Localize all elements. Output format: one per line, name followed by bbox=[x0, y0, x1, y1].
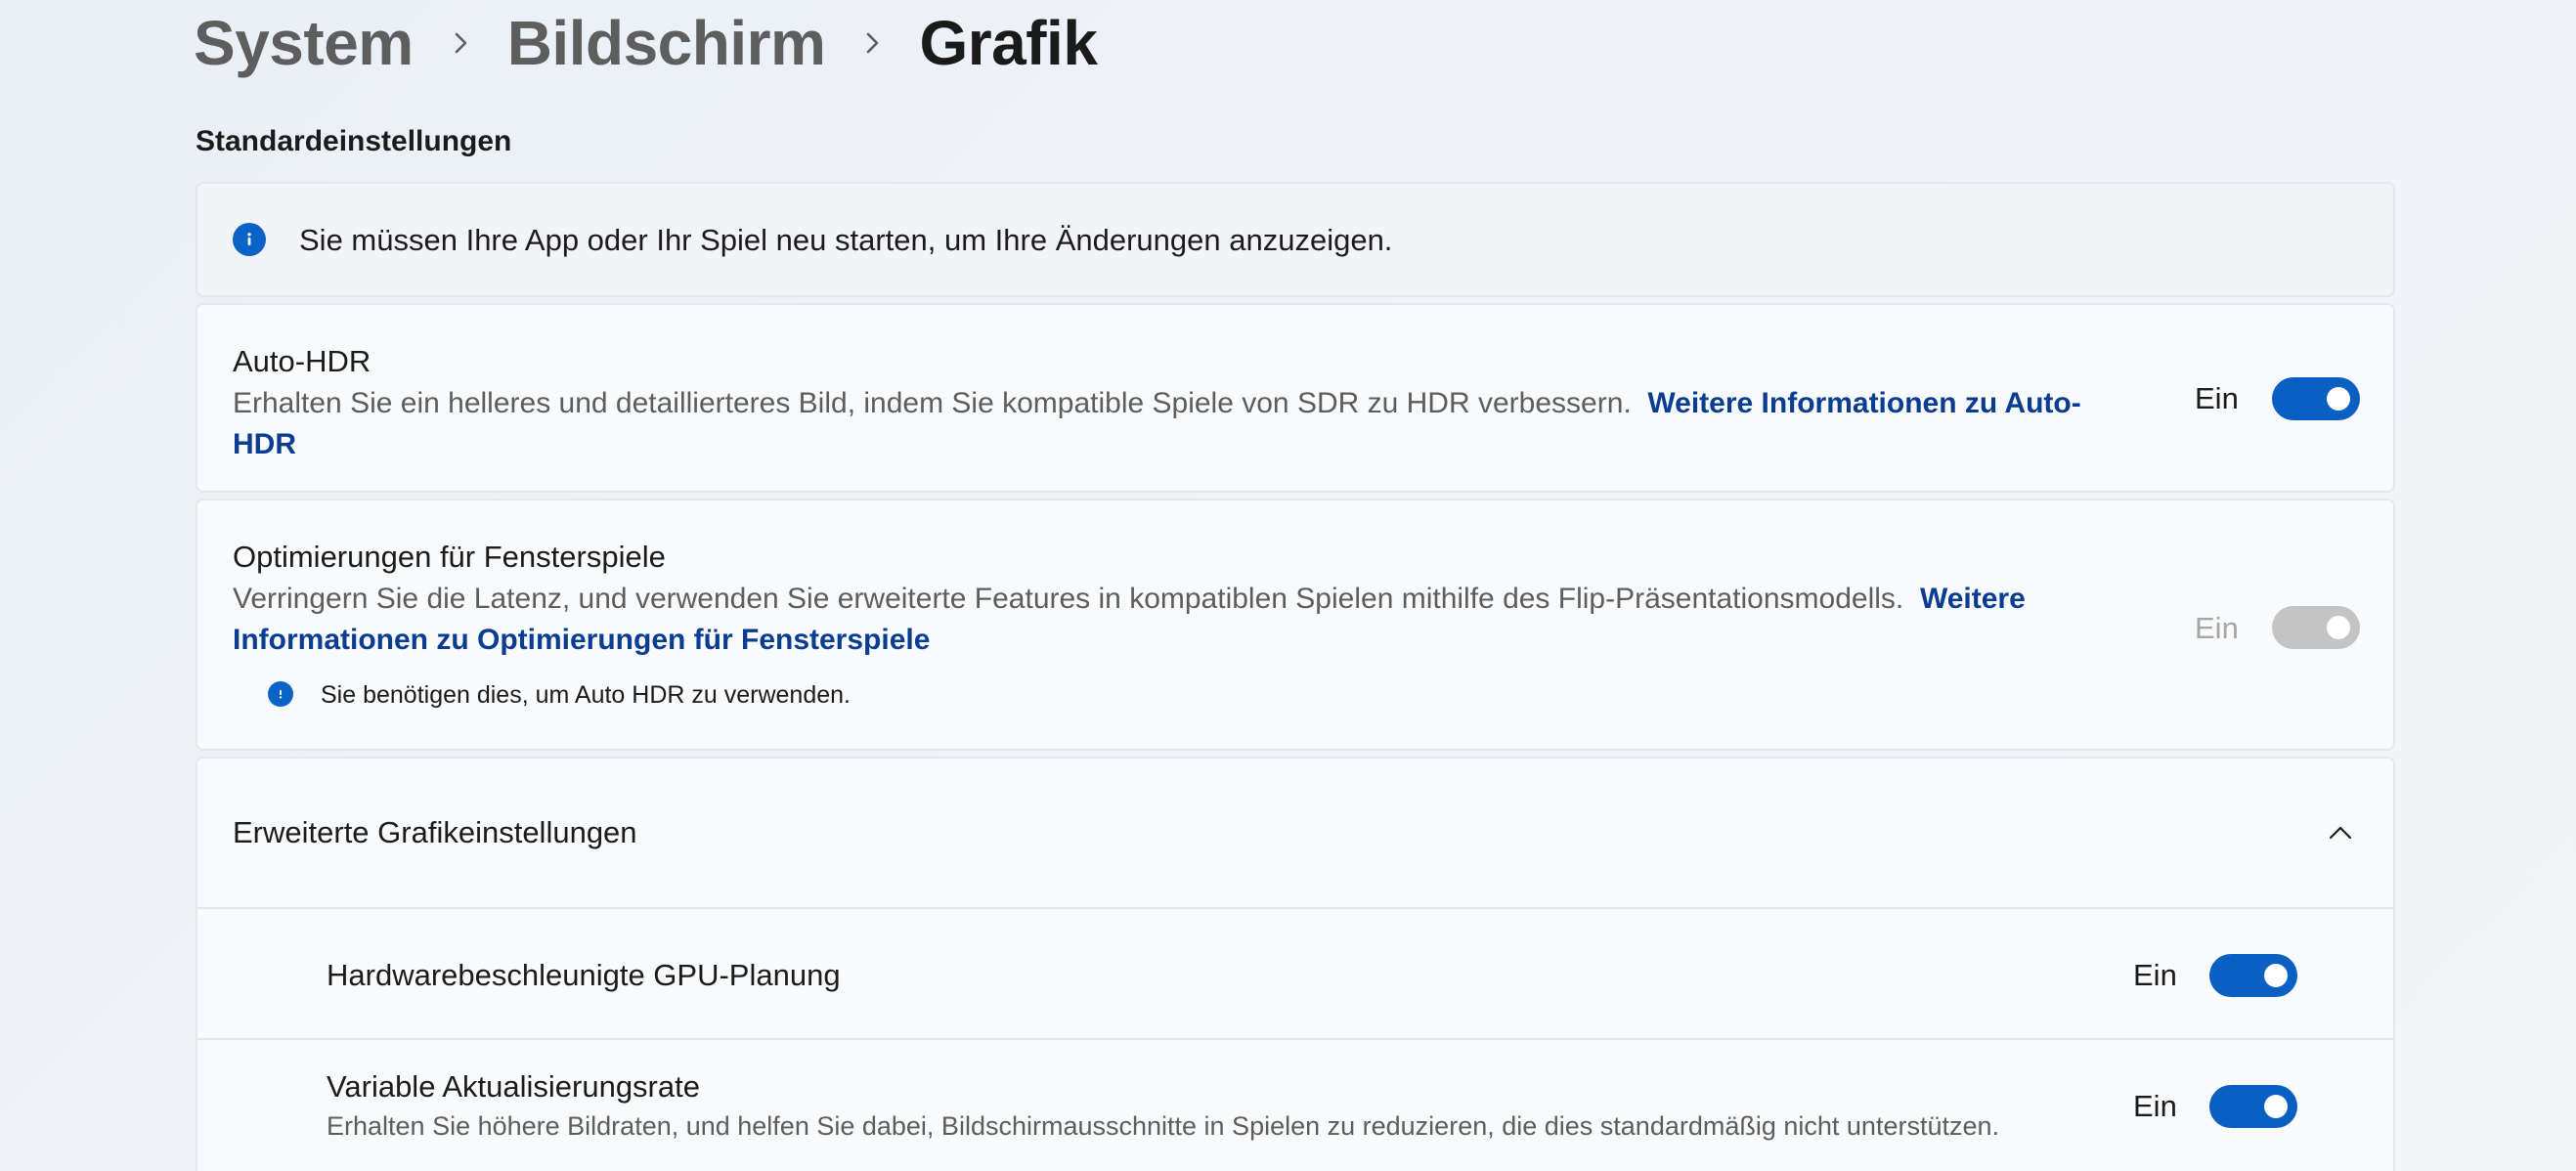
chevron-up-icon bbox=[2329, 826, 2352, 840]
breadcrumb: System Bildschirm Grafik bbox=[194, 2, 1098, 84]
windowed-games-description-text: Verringern Sie die Latenz, und verwenden… bbox=[233, 583, 1904, 615]
breadcrumb-grafik: Grafik bbox=[919, 8, 1098, 78]
divider bbox=[197, 907, 2393, 909]
windowed-games-description: Verringern Sie die Latenz, und verwenden… bbox=[233, 579, 2139, 661]
gpu-scheduling-title: Hardwarebeschleunigte GPU-Planung bbox=[327, 958, 841, 992]
auto-hdr-title: Auto-HDR bbox=[233, 344, 371, 378]
info-text: Sie müssen Ihre App oder Ihr Spiel neu s… bbox=[299, 223, 1393, 257]
gpu-scheduling-state-label: Ein bbox=[2133, 958, 2177, 992]
info-icon bbox=[268, 681, 293, 707]
toggle-knob bbox=[2264, 1095, 2288, 1118]
windowed-games-card: Optimierungen für Fensterspiele Verringe… bbox=[196, 499, 2395, 751]
divider bbox=[197, 1038, 2393, 1040]
windowed-games-note: Sie benötigen dies, um Auto HDR zu verwe… bbox=[321, 681, 851, 709]
gpu-scheduling-toggle[interactable] bbox=[2209, 954, 2297, 997]
advanced-graphics-header[interactable]: Erweiterte Grafikeinstellungen bbox=[197, 759, 2393, 907]
windowed-games-title: Optimierungen für Fensterspiele bbox=[233, 540, 666, 574]
advanced-graphics-expander: Erweiterte Grafikeinstellungen Hardwareb… bbox=[196, 757, 2395, 1171]
vrr-title: Variable Aktualisierungsrate bbox=[327, 1069, 700, 1104]
breadcrumb-bildschirm[interactable]: Bildschirm bbox=[507, 7, 826, 79]
vrr-description: Erhalten Sie höhere Bildraten, und helfe… bbox=[327, 1111, 2000, 1141]
restart-info-bar: Sie müssen Ihre App oder Ihr Spiel neu s… bbox=[196, 182, 2395, 297]
toggle-knob bbox=[2264, 964, 2288, 987]
advanced-graphics-title: Erweiterte Grafikeinstellungen bbox=[233, 815, 637, 849]
auto-hdr-description: Erhalten Sie ein helleres und detaillier… bbox=[233, 383, 2110, 465]
section-title: Standardeinstellungen bbox=[196, 125, 512, 157]
breadcrumb-system[interactable]: System bbox=[194, 7, 414, 79]
windowed-games-state-label: Ein bbox=[2195, 611, 2239, 645]
chevron-right-icon bbox=[825, 2, 919, 84]
auto-hdr-state-label: Ein bbox=[2195, 381, 2239, 415]
info-icon bbox=[233, 223, 266, 256]
vrr-state-label: Ein bbox=[2133, 1089, 2177, 1123]
toggle-knob bbox=[2327, 616, 2350, 639]
toggle-knob bbox=[2327, 387, 2350, 411]
auto-hdr-description-text: Erhalten Sie ein helleres und detaillier… bbox=[233, 387, 1632, 419]
vrr-toggle[interactable] bbox=[2209, 1085, 2297, 1128]
settings-page: System Bildschirm Grafik Standardeinstel… bbox=[0, 0, 2576, 1171]
auto-hdr-card: Auto-HDR Erhalten Sie ein helleres und d… bbox=[196, 303, 2395, 493]
auto-hdr-toggle[interactable] bbox=[2272, 377, 2360, 420]
chevron-right-icon bbox=[414, 2, 507, 84]
windowed-games-toggle[interactable] bbox=[2272, 606, 2360, 649]
